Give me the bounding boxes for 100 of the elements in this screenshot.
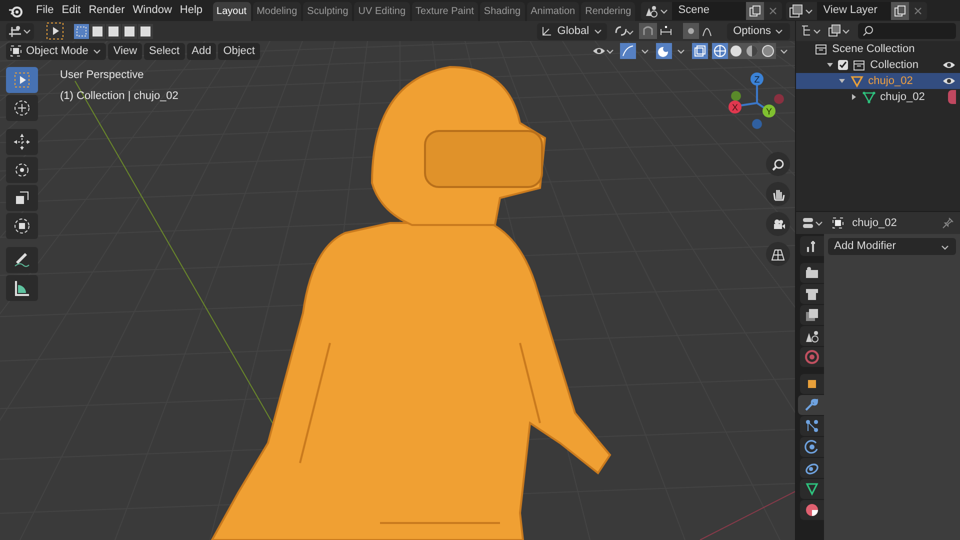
outliner-row[interactable]: Collection [796, 57, 960, 73]
outliner-label: chujo_02 [868, 74, 914, 89]
search-field[interactable] [858, 23, 956, 39]
selection-mode-icon[interactable] [138, 24, 153, 38]
orbit-icon [804, 439, 820, 455]
tool-button[interactable] [6, 213, 38, 239]
display-mode-icon[interactable] [800, 24, 822, 38]
close-icon [913, 6, 924, 16]
workspace-tab[interactable]: Sculpting [303, 2, 352, 21]
properties-tab[interactable] [800, 284, 824, 304]
tool-button[interactable] [6, 95, 38, 121]
copy-icon [749, 4, 762, 16]
checkmark-icon [839, 61, 848, 69]
eye-icon[interactable] [942, 59, 956, 71]
eye-icon[interactable] [942, 75, 956, 87]
properties-tab[interactable] [800, 326, 824, 346]
selection-mode-icon[interactable] [106, 24, 121, 38]
select-tool-icon [12, 70, 32, 90]
pin-icon[interactable] [942, 217, 954, 229]
object-icon [850, 74, 864, 88]
collapse-arrow-icon[interactable] [838, 77, 846, 85]
image-stack-icon [804, 307, 820, 323]
menu-item[interactable]: File [32, 1, 58, 20]
editor-type-icon[interactable] [802, 216, 824, 230]
viewport-menu[interactable]: Select [144, 42, 185, 60]
workspace-tab[interactable]: Texture Paint [412, 2, 478, 21]
workspace-tab[interactable]: Shading [480, 2, 525, 21]
checkbox[interactable] [838, 60, 848, 70]
outliner-label: chujo_02 [880, 90, 926, 105]
close-button[interactable] [909, 2, 928, 20]
properties-tab[interactable] [800, 479, 824, 499]
collapse-arrow-icon[interactable] [826, 61, 834, 69]
workspace-tab[interactable]: Layout [212, 2, 251, 21]
properties-tab[interactable] [800, 500, 824, 520]
outliner-row[interactable]: chujo_02 [796, 89, 960, 105]
object-name: chujo_02 [852, 216, 898, 231]
cursor-tool-icon [12, 98, 32, 118]
triangle-mesh-icon [804, 481, 820, 497]
properties-tab[interactable] [800, 236, 824, 256]
outliner-label: Collection [870, 58, 920, 73]
viewport-menu[interactable]: View [108, 42, 142, 60]
viewport-menu[interactable]: Object [218, 42, 260, 60]
menu-item[interactable]: Window [128, 1, 176, 20]
transform-pivot-button[interactable] [6, 22, 34, 40]
scene-button[interactable] [641, 2, 672, 20]
mode-dropdown[interactable]: Object Mode [6, 42, 106, 60]
outliner-row[interactable]: Scene Collection [796, 41, 960, 57]
tool-button[interactable] [6, 247, 38, 273]
select-tool-icon[interactable] [46, 22, 64, 40]
properties-tab[interactable] [800, 263, 824, 283]
viewport-info-text: User Perspective [60, 68, 145, 83]
hand-button[interactable] [766, 182, 790, 206]
selection-mode-icon[interactable] [122, 24, 137, 38]
properties-tab[interactable] [800, 305, 824, 325]
viewport-menu[interactable]: Add [186, 42, 216, 60]
material-swatch-icon [948, 90, 956, 104]
tool-button[interactable] [6, 275, 38, 301]
tool-button[interactable] [6, 157, 38, 183]
view-layer-icon [789, 4, 804, 18]
filter-icon[interactable] [828, 24, 852, 38]
menu-item[interactable]: Edit [58, 1, 85, 20]
mesh-icon [862, 90, 876, 104]
scene-field[interactable]: Scene [672, 2, 746, 20]
view-layer-button[interactable] [786, 2, 818, 20]
grid-button[interactable] [766, 242, 790, 266]
copy-button[interactable] [746, 2, 764, 20]
options-dropdown[interactable]: Options [727, 22, 790, 40]
annotate-tool-icon [12, 250, 32, 270]
globe-icon [804, 349, 820, 365]
close-button[interactable] [764, 2, 782, 20]
properties-tab[interactable] [800, 374, 824, 394]
zoom-button[interactable] [766, 152, 790, 176]
axes-icon [541, 25, 554, 37]
copy-button[interactable] [891, 2, 910, 20]
shading-mode-icon[interactable] [712, 43, 790, 59]
menu-item[interactable]: Help [176, 1, 207, 20]
transform-tool-icon [12, 216, 32, 236]
workspace-tab[interactable]: UV Editing [354, 2, 410, 21]
camera-back-icon [804, 265, 820, 281]
close-icon [768, 6, 778, 16]
workspace-tab[interactable]: Rendering [581, 2, 636, 21]
navigation-gizmo[interactable]: Z X Y [728, 72, 784, 129]
particles-icon [804, 418, 820, 434]
add-modifier-dropdown[interactable]: Add Modifier [828, 238, 956, 255]
view-layer-field[interactable]: View Layer [817, 2, 892, 20]
orientation-dropdown[interactable]: Global [537, 22, 608, 40]
selection-mode-icon[interactable] [74, 24, 89, 38]
tool-button[interactable] [6, 129, 38, 155]
sphere-icon [804, 502, 820, 518]
tool-button[interactable] [6, 185, 38, 211]
expand-arrow-icon[interactable] [850, 93, 858, 101]
workspace-tab[interactable]: Animation [526, 2, 580, 21]
wrench-icon [803, 397, 820, 413]
selection-mode-icon[interactable] [90, 24, 105, 38]
scene-icon [804, 328, 820, 344]
camera-button[interactable] [766, 212, 790, 236]
outliner-row[interactable]: chujo_02 [796, 73, 960, 89]
menu-item[interactable]: Render [84, 1, 129, 20]
workspace-tab[interactable]: Modeling [252, 2, 302, 21]
xray-icon[interactable] [692, 43, 708, 59]
